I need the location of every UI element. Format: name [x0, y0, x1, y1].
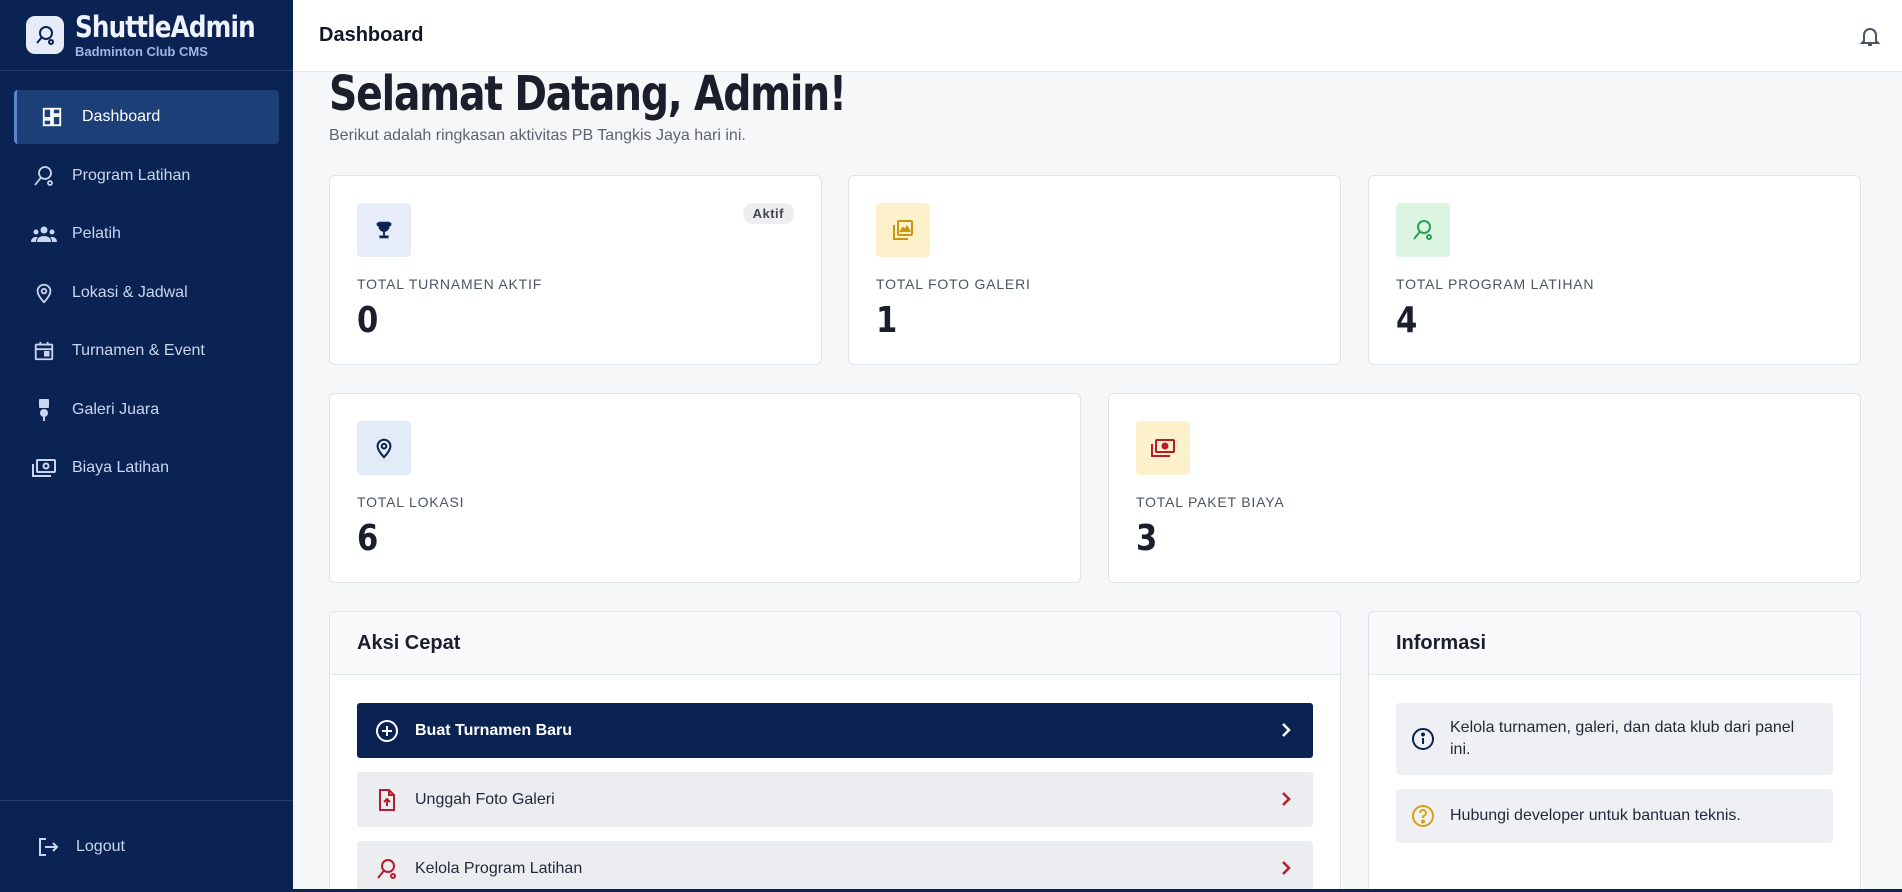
info-text: Hubungi developer untuk bantuan teknis. — [1450, 807, 1741, 824]
stat-value: 4 — [1396, 300, 1418, 341]
calendar-icon — [31, 338, 57, 364]
racket-icon — [375, 857, 399, 881]
stat-card-paket-biaya: TOTAL PAKET BIAYA 3 — [1108, 393, 1861, 583]
stat-value: 3 — [1136, 518, 1158, 559]
stat-card-turnamen: Aktif TOTAL TURNAMEN AKTIF 0 — [329, 175, 822, 365]
panel-title: Aksi Cepat — [330, 612, 1340, 675]
help-icon — [1410, 803, 1436, 829]
trophy-icon — [357, 203, 411, 257]
sidebar-item-dashboard[interactable]: Dashboard — [14, 90, 279, 144]
sidebar-item-pelatih[interactable]: Pelatih — [0, 207, 293, 261]
sidebar: ShuttleAdmin Badminton Club CMS Dashboar… — [0, 0, 293, 892]
sidebar-item-label: Lokasi & Jadwal — [72, 283, 188, 301]
money-icon — [31, 455, 57, 481]
brand[interactable]: ShuttleAdmin Badminton Club CMS — [0, 0, 293, 71]
group-icon — [31, 221, 57, 247]
action-label: Unggah Foto Galeri — [415, 790, 555, 808]
status-badge: Aktif — [742, 203, 794, 224]
racket-logo-icon — [26, 16, 64, 54]
info-item: Kelola turnamen, galeri, dan data klub d… — [1396, 703, 1833, 775]
dashboard-icon — [39, 104, 65, 130]
logout-button[interactable]: Logout — [0, 800, 293, 892]
sidebar-item-label: Galeri Juara — [72, 400, 160, 418]
action-label: Kelola Program Latihan — [415, 859, 583, 877]
welcome-title: Selamat Datang, Admin! — [329, 72, 847, 122]
quick-actions-panel: Aksi Cepat Buat Turnamen Baru Unggah Fot… — [329, 611, 1341, 892]
stat-label: TOTAL LOKASI — [357, 494, 465, 510]
logout-icon — [35, 834, 61, 860]
page-title: Dashboard — [319, 24, 424, 46]
gallery-icon — [876, 203, 930, 257]
medal-icon — [31, 397, 57, 423]
logout-label: Logout — [76, 837, 125, 855]
plus-circle-icon — [375, 719, 399, 743]
chevron-right-icon — [1277, 790, 1295, 808]
chevron-right-icon — [1277, 859, 1295, 877]
stat-label: TOTAL PAKET BIAYA — [1136, 494, 1285, 510]
stat-card-program-latihan: TOTAL PROGRAM LATIHAN 4 — [1368, 175, 1861, 365]
sidebar-item-label: Pelatih — [72, 225, 121, 242]
sidebar-item-program-latihan[interactable]: Program Latihan — [0, 149, 293, 203]
sidebar-item-label: Dashboard — [82, 108, 161, 125]
create-tournament-button[interactable]: Buat Turnamen Baru — [357, 703, 1313, 758]
sidebar-item-galeri-juara[interactable]: Galeri Juara — [0, 383, 293, 437]
info-panel: Informasi Kelola turnamen, galeri, dan d… — [1368, 611, 1861, 892]
chevron-right-icon — [1277, 721, 1295, 739]
main-content: Selamat Datang, Admin! Berikut adalah ri… — [293, 72, 1902, 892]
welcome-subtitle: Berikut adalah ringkasan aktivitas PB Ta… — [329, 127, 746, 144]
stat-card-foto-galeri: TOTAL FOTO GALERI 1 — [848, 175, 1341, 365]
sidebar-nav: Dashboard Program Latihan Pelatih Lokasi… — [0, 90, 293, 495]
sidebar-item-label: Biaya Latihan — [72, 459, 169, 476]
racket-icon — [1396, 203, 1450, 257]
upload-gallery-button[interactable]: Unggah Foto Galeri — [357, 772, 1313, 827]
info-item: Hubungi developer untuk bantuan teknis. — [1396, 789, 1833, 843]
racket-icon — [31, 163, 57, 189]
manage-program-button[interactable]: Kelola Program Latihan — [357, 841, 1313, 892]
stat-value: 0 — [357, 300, 379, 341]
brand-name: ShuttleAdmin — [75, 9, 256, 44]
sidebar-item-lokasi-jadwal[interactable]: Lokasi & Jadwal — [0, 266, 293, 320]
stat-label: TOTAL FOTO GALERI — [876, 276, 1031, 292]
brand-tagline: Badminton Club CMS — [75, 43, 208, 59]
sidebar-item-turnamen-event[interactable]: Turnamen & Event — [0, 324, 293, 378]
bell-icon[interactable] — [1858, 24, 1882, 48]
top-header: Dashboard — [293, 0, 1902, 72]
sidebar-item-label: Turnamen & Event — [72, 342, 205, 359]
stat-value: 6 — [357, 518, 379, 559]
info-text: Kelola turnamen, galeri, dan data klub d… — [1450, 719, 1795, 758]
panel-title: Informasi — [1369, 612, 1860, 675]
sidebar-item-label: Program Latihan — [72, 166, 191, 184]
upload-file-icon — [375, 788, 399, 812]
money-icon — [1136, 421, 1190, 475]
stat-label: TOTAL PROGRAM LATIHAN — [1396, 276, 1595, 292]
stat-card-lokasi: TOTAL LOKASI 6 — [329, 393, 1081, 583]
stat-label: TOTAL TURNAMEN AKTIF — [357, 276, 543, 292]
sidebar-item-biaya-latihan[interactable]: Biaya Latihan — [0, 441, 293, 495]
info-icon — [1410, 726, 1436, 752]
location-pin-icon — [357, 421, 411, 475]
action-label: Buat Turnamen Baru — [415, 721, 573, 739]
stat-value: 1 — [876, 300, 898, 341]
location-pin-icon — [31, 280, 57, 306]
